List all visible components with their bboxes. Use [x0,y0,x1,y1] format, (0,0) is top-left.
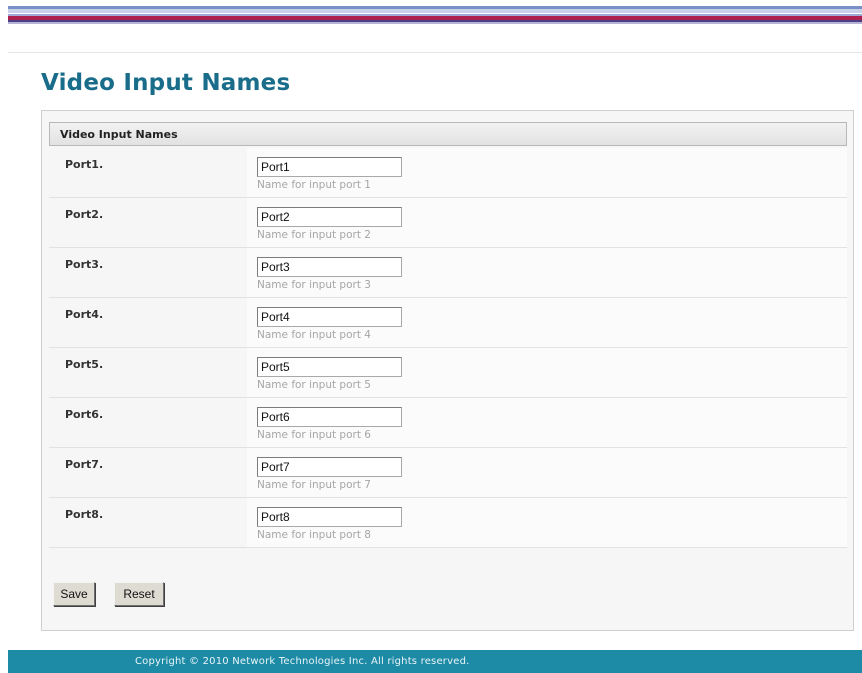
port-hint: Name for input port 5 [257,379,371,391]
port5-name-input[interactable] [257,357,402,377]
port4-name-input[interactable] [257,307,402,327]
port-row-6: Port6. Name for input port 6 [49,398,847,448]
port-field-cell: Name for input port 4 [247,298,847,347]
port-field-cell: Name for input port 2 [247,198,847,247]
port-row-3: Port3. Name for input port 3 [49,248,847,298]
port-label: Port1. [65,158,104,171]
port-label: Port7. [65,458,104,471]
port7-name-input[interactable] [257,457,402,477]
save-button[interactable]: Save [53,582,95,606]
port-row-5: Port5. Name for input port 5 [49,348,847,398]
port6-name-input[interactable] [257,407,402,427]
port2-name-input[interactable] [257,207,402,227]
port-label: Port4. [65,308,104,321]
port-field-cell: Name for input port 5 [247,348,847,397]
port-rows: Port1. Name for input port 1 Port2. Name… [49,148,847,548]
port-row-1: Port1. Name for input port 1 [49,148,847,198]
port-hint: Name for input port 6 [257,429,371,441]
page-title: Video Input Names [41,70,291,96]
port-row-4: Port4. Name for input port 4 [49,298,847,348]
header-stripe [8,6,862,28]
port-hint: Name for input port 2 [257,229,371,241]
port3-name-input[interactable] [257,257,402,277]
copyright-text: Copyright © 2010 Network Technologies In… [135,656,470,667]
page: Video Input Names Video Input Names Port… [0,0,862,673]
port-hint: Name for input port 4 [257,329,371,341]
port8-name-input[interactable] [257,507,402,527]
port-row-7: Port7. Name for input port 7 [49,448,847,498]
port-field-cell: Name for input port 7 [247,448,847,497]
port-label: Port6. [65,408,104,421]
port-label: Port2. [65,208,104,221]
port-label: Port8. [65,508,104,521]
port-label: Port3. [65,258,104,271]
port-field-cell: Name for input port 8 [247,498,847,547]
panel-header-label: Video Input Names [60,128,178,141]
port-row-2: Port2. Name for input port 2 [49,198,847,248]
port-field-cell: Name for input port 6 [247,398,847,447]
reset-button[interactable]: Reset [114,582,164,606]
port-label: Port5. [65,358,104,371]
port1-name-input[interactable] [257,157,402,177]
port-field-cell: Name for input port 1 [247,148,847,197]
port-hint: Name for input port 8 [257,529,371,541]
port-hint: Name for input port 3 [257,279,371,291]
video-input-names-panel: Video Input Names Port1. Name for input … [41,110,854,631]
header-divider [8,52,862,53]
port-row-8: Port8. Name for input port 8 [49,498,847,548]
panel-header: Video Input Names [49,122,847,146]
port-field-cell: Name for input port 3 [247,248,847,297]
port-hint: Name for input port 7 [257,479,371,491]
port-hint: Name for input port 1 [257,179,371,191]
footer: Copyright © 2010 Network Technologies In… [8,650,862,673]
